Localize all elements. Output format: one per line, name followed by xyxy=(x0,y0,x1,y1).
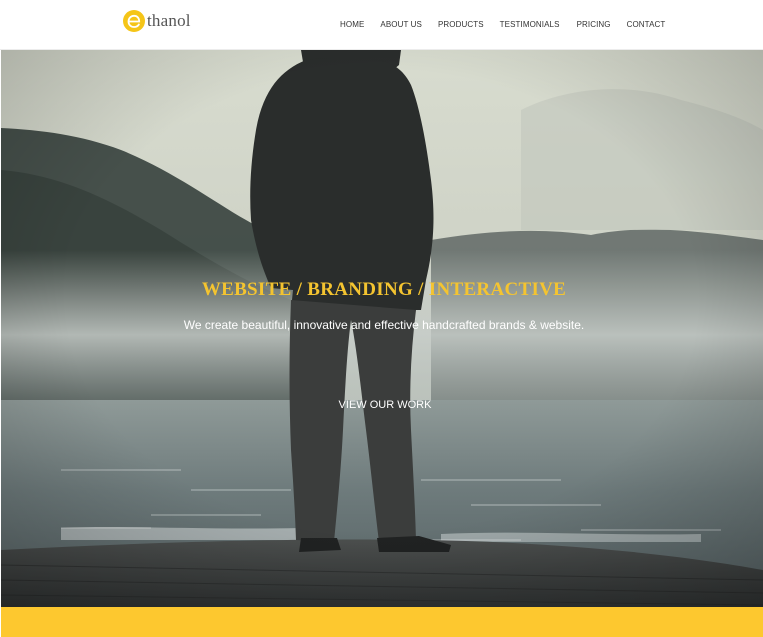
site-header: thanol HOME ABOUT US PRODUCTS TESTIMONIA… xyxy=(0,0,763,50)
nav-testimonials[interactable]: TESTIMONIALS xyxy=(500,20,560,29)
main-nav: HOME ABOUT US PRODUCTS TESTIMONIALS PRIC… xyxy=(340,20,665,29)
logo-e-icon xyxy=(123,10,145,32)
view-our-work-button[interactable]: VIEW OUR WORK xyxy=(331,396,439,414)
nav-pricing[interactable]: PRICING xyxy=(577,20,611,29)
nav-contact[interactable]: CONTACT xyxy=(627,20,666,29)
hero-subtitle: We create beautiful, innovative and effe… xyxy=(183,318,585,332)
yellow-section-band xyxy=(1,607,763,637)
hero-title: WEBSITE / BRANDING / INTERACTIVE xyxy=(201,279,567,300)
brand-name: thanol xyxy=(147,11,191,30)
hero-section: WEBSITE / BRANDING / INTERACTIVE We crea… xyxy=(1,50,763,607)
nav-home[interactable]: HOME xyxy=(340,20,364,29)
nav-about-us[interactable]: ABOUT US xyxy=(380,20,422,29)
brand-logo[interactable]: thanol xyxy=(123,9,191,33)
nav-products[interactable]: PRODUCTS xyxy=(438,20,484,29)
